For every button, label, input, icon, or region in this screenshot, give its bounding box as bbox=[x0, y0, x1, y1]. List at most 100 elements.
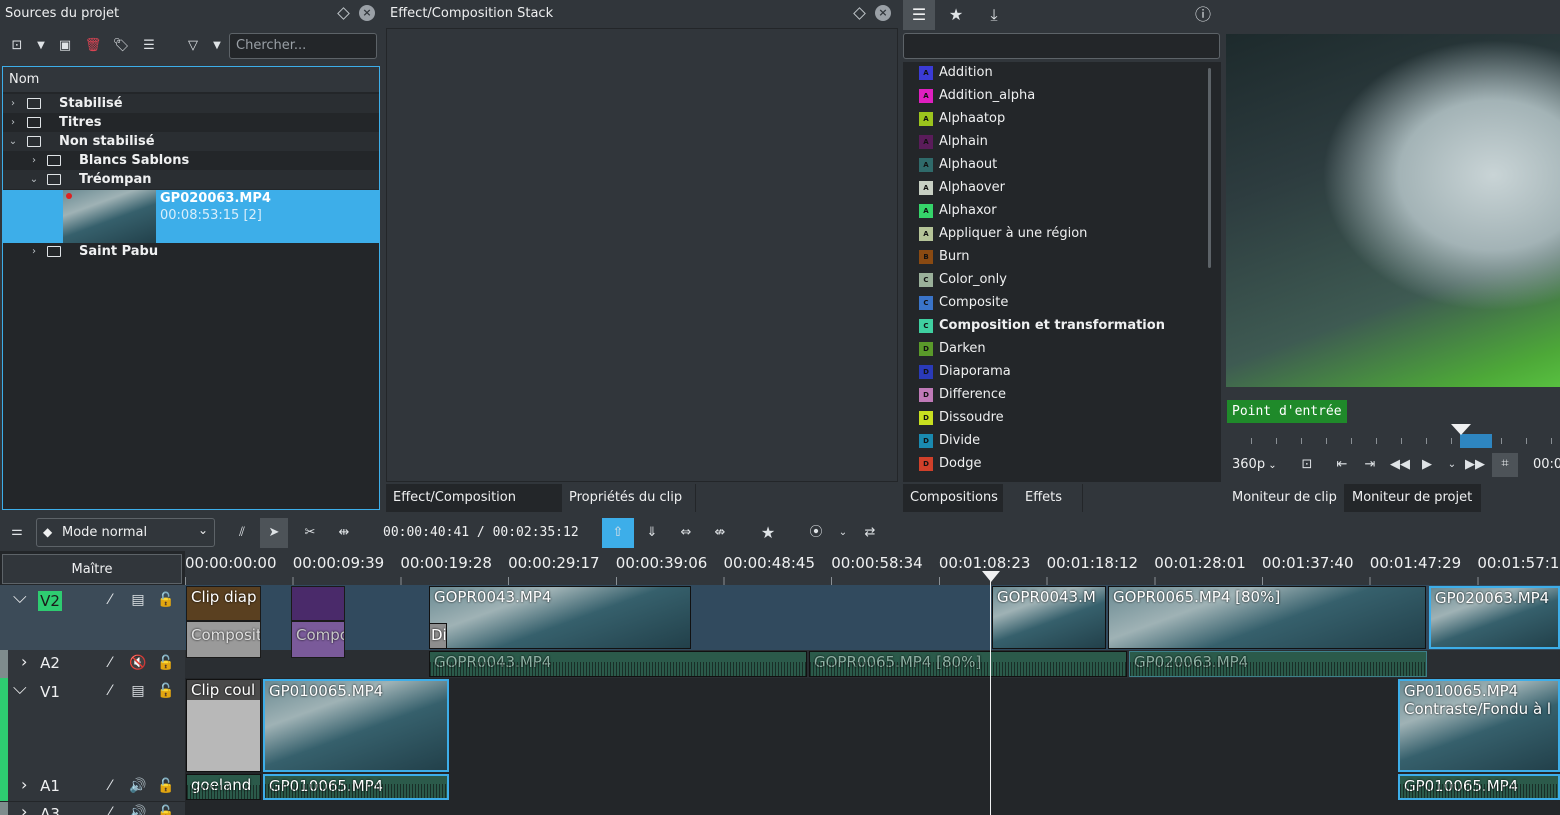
track-name-a2[interactable]: A2 bbox=[38, 653, 62, 673]
composition-item[interactable]: C Color_only bbox=[919, 268, 1007, 291]
crop-icon[interactable]: ⌗ bbox=[1492, 453, 1518, 477]
composition-item[interactable]: A Alphaout bbox=[919, 153, 997, 176]
lock-icon[interactable]: 🔓 bbox=[157, 591, 175, 609]
folder-row-saint-pabu[interactable]: › Saint Pabu bbox=[3, 242, 379, 261]
chevron-right-icon[interactable]: › bbox=[21, 652, 27, 671]
tab-effets[interactable]: Effets bbox=[1003, 484, 1083, 512]
scrollbar[interactable] bbox=[1208, 68, 1211, 268]
composition-item[interactable]: D Dissoudre bbox=[919, 406, 1004, 429]
playhead-icon[interactable] bbox=[982, 571, 1000, 582]
composition-item[interactable]: D Diaporama bbox=[919, 360, 1011, 383]
speaker-icon[interactable]: 🔊 bbox=[129, 777, 147, 795]
spacer-tool-icon[interactable]: ⇹ bbox=[333, 522, 355, 544]
composition-clip[interactable]: Di bbox=[429, 623, 447, 649]
filter-icon[interactable]: ▽ bbox=[182, 35, 204, 57]
rewind-icon[interactable]: ◀◀ bbox=[1389, 454, 1411, 476]
timeline-playhead[interactable] bbox=[990, 575, 991, 815]
composition-item[interactable]: C Composition et transformation bbox=[919, 314, 1165, 337]
chevron-right-icon[interactable]: › bbox=[29, 242, 39, 261]
tab-project-monitor[interactable]: Moniteur de projet bbox=[1345, 484, 1481, 512]
edit-mode-select[interactable]: ◆ Mode normal ⌄ bbox=[36, 518, 215, 547]
project-tree[interactable]: Nom › Stabilisé › Titres ⌄ Non stabilisé… bbox=[2, 66, 380, 510]
audio-clip[interactable]: GOPR0043.MP4 bbox=[429, 651, 807, 677]
lock-icon[interactable]: 🔓 bbox=[157, 777, 175, 795]
video-preview[interactable] bbox=[1226, 34, 1560, 387]
mute-speaker-icon[interactable]: 🔇 bbox=[129, 654, 147, 672]
insert-icon[interactable]: ⇓ bbox=[641, 522, 663, 544]
speaker-icon[interactable]: 🔊 bbox=[129, 804, 147, 815]
delete-icon[interactable]: 🗑 bbox=[82, 35, 104, 57]
chevron-down-icon[interactable]: ⌵ bbox=[13, 678, 27, 699]
timeline-clip[interactable]: GOPR0043.MP4 bbox=[429, 586, 691, 649]
menu-icon[interactable]: ☰ bbox=[138, 35, 160, 57]
chevron-right-icon[interactable]: › bbox=[8, 94, 18, 113]
chevron-right-icon[interactable]: › bbox=[21, 775, 27, 794]
composition-item[interactable]: D Divide bbox=[919, 429, 980, 452]
resolution-selector[interactable]: 360p ⌄ bbox=[1232, 457, 1277, 472]
lift-icon[interactable]: ⇔ bbox=[675, 522, 697, 544]
play-icon[interactable]: ▶ bbox=[1416, 454, 1438, 476]
folder-row-non-stabilise[interactable]: ⌄ Non stabilisé bbox=[3, 132, 379, 151]
track-header-v2[interactable]: ⌵ V2 ⁄ ▤ 🔓 bbox=[0, 585, 185, 650]
audio-clip[interactable]: GP010065.MP4 bbox=[263, 774, 449, 800]
master-button[interactable]: Maître bbox=[2, 554, 182, 584]
tab-clip-monitor[interactable]: Moniteur de clip bbox=[1225, 484, 1345, 512]
set-in-point-icon[interactable]: ⇤ bbox=[1331, 454, 1353, 476]
effect-stack-area[interactable] bbox=[386, 28, 898, 482]
timeline-clip[interactable]: GP010065.MP4 Contraste/Fondu à l bbox=[1398, 679, 1560, 772]
razor-tool-icon[interactable]: ⫽ bbox=[231, 522, 253, 544]
list-view-button[interactable]: ☰ bbox=[903, 0, 935, 30]
effects-icon[interactable]: ⁄ bbox=[101, 682, 119, 700]
column-header[interactable]: Nom bbox=[3, 67, 379, 93]
tab-clip-properties[interactable]: Propriétés du clip bbox=[562, 484, 696, 512]
close-panel-icon[interactable]: × bbox=[359, 5, 375, 21]
lock-icon[interactable]: 🔓 bbox=[157, 804, 175, 815]
track-header-a2[interactable]: › A2 ⁄ 🔇 🔓 bbox=[0, 650, 185, 678]
composition-item[interactable]: A Alphaover bbox=[919, 176, 1005, 199]
effects-icon[interactable]: ⁄ bbox=[101, 591, 119, 609]
track-name-v1[interactable]: V1 bbox=[38, 682, 62, 702]
chevron-right-icon[interactable]: › bbox=[29, 151, 39, 170]
lock-icon[interactable]: 🔓 bbox=[157, 654, 175, 672]
composition-item[interactable]: A Appliquer à une région bbox=[919, 222, 1087, 245]
film-icon[interactable]: ▤ bbox=[129, 591, 147, 609]
set-out-point-icon[interactable]: ⇥ bbox=[1359, 454, 1381, 476]
composition-item[interactable]: B Burn bbox=[919, 245, 970, 268]
composition-item[interactable]: D Dodge bbox=[919, 452, 981, 475]
composition-item[interactable]: A Alphaatop bbox=[919, 107, 1005, 130]
effects-icon[interactable]: ⁄ bbox=[101, 777, 119, 795]
composition-list[interactable]: A Addition A Addition_alpha A Alphaatop A Alpha… bbox=[903, 62, 1221, 482]
audio-clip[interactable]: GP020063.MP4 bbox=[1129, 651, 1427, 677]
audio-clip[interactable]: GOPR0065.MP4 [80%] bbox=[809, 651, 1127, 677]
track-name-v2[interactable]: V2 bbox=[38, 591, 62, 611]
composition-clip[interactable]: Compo bbox=[291, 621, 345, 658]
selected-clip-row[interactable]: GP020063.MP4 00:08:53:15 [2] bbox=[3, 190, 379, 243]
effects-icon[interactable]: ⁄ bbox=[101, 654, 119, 672]
record-icon[interactable]: ⦿ bbox=[805, 522, 827, 544]
folder-row-blancs-sablons[interactable]: › Blancs Sablons bbox=[3, 151, 379, 170]
audio-clip[interactable]: goeland bbox=[186, 774, 261, 800]
zoom-fit-icon[interactable]: ⊡ bbox=[1296, 454, 1318, 476]
add-clip-icon[interactable]: ⊡ bbox=[6, 35, 28, 57]
new-folder-icon[interactable]: ▣ bbox=[54, 35, 76, 57]
timeline-area[interactable]: Maître 00:00:00:00 00:00:09:39 00:00:19:28… bbox=[0, 551, 1560, 815]
cut-tool-icon[interactable]: ✂ bbox=[299, 522, 321, 544]
timeline-ruler[interactable]: 00:00:00:00 00:00:09:39 00:00:19:28 00:00:2… bbox=[185, 551, 1560, 585]
float-panel-icon[interactable] bbox=[853, 7, 866, 20]
chevron-down-icon[interactable]: ▼ bbox=[206, 35, 228, 57]
select-tool-icon[interactable]: ➤ bbox=[260, 518, 288, 548]
mixer-icon[interactable]: ⇄ bbox=[859, 522, 881, 544]
float-panel-icon[interactable] bbox=[337, 7, 350, 20]
playhead-icon[interactable] bbox=[1451, 424, 1471, 435]
audio-clip[interactable]: GP010065.MP4 bbox=[1398, 774, 1560, 800]
timeline-clip[interactable]: Clip coul bbox=[186, 679, 261, 772]
search-input[interactable]: Chercher... bbox=[229, 33, 377, 59]
lock-icon[interactable]: 🔓 bbox=[157, 682, 175, 700]
track-header-a3[interactable]: › A3 ⁄ 🔊 🔓 bbox=[0, 802, 185, 815]
timeline-clip[interactable]: GOPR0065.MP4 [80%] bbox=[1108, 586, 1426, 649]
folder-row-stabilise[interactable]: › Stabilisé bbox=[3, 94, 379, 113]
composition-item[interactable]: C Composite bbox=[919, 291, 1008, 314]
film-icon[interactable]: ▤ bbox=[129, 682, 147, 700]
tab-compositions[interactable]: Compositions bbox=[903, 484, 1003, 512]
snap-icon[interactable]: ⇧ bbox=[602, 518, 634, 548]
